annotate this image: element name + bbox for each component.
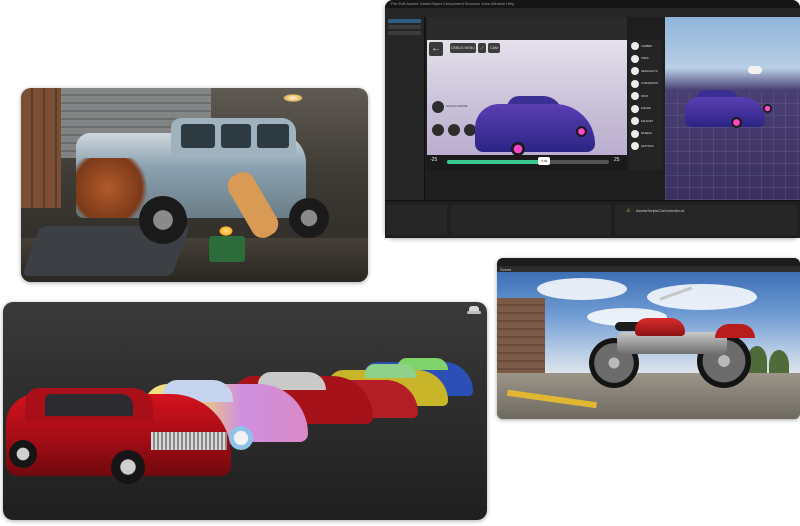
lowrider-rear-tire [9,440,37,468]
back-arrow-icon[interactable]: ← [429,42,443,56]
menu-item-headlights[interactable]: HEADLIGHTS [629,65,663,77]
slider-fill [447,160,545,164]
menu-item-paint[interactable]: PAINT [629,90,663,102]
car-rim [511,142,525,156]
camera-button[interactable]: CAM [488,43,500,53]
scene-camera-gizmo[interactable] [748,66,762,74]
wheel-icon [631,129,639,138]
suspension-icon [631,79,639,88]
lowrider-front-tire [111,450,145,484]
hat-icon [467,306,481,318]
project-column[interactable] [451,205,611,235]
game-view-header [427,17,627,40]
car-roof [365,364,417,378]
camber-slider[interactable] [447,160,609,164]
minus-icon[interactable] [432,124,444,136]
hierarchy-panel[interactable] [385,17,425,200]
brick-wall [21,88,61,208]
tab-scene[interactable]: Scene [500,267,511,273]
camber-icon [631,42,639,50]
slider-min-label: -25 [430,157,438,163]
lowrider-window [45,394,133,416]
bike-front-fender [715,324,755,338]
editor-bar[interactable] [497,258,800,266]
cloud [537,278,627,300]
menu-item-exhaust[interactable]: EXHAUST [629,115,663,127]
editor-subbar[interactable]: Scene [497,266,800,272]
exhaust-icon [631,117,639,125]
lowrider-cars-screenshot [3,302,487,520]
bike-tank [635,318,685,336]
menu-item-camber[interactable]: CAMBER [629,40,663,52]
battery-lantern [209,226,245,262]
motorcycle-screenshot: Scene [497,258,800,419]
scale-gauge-label: SCALE GAUGE [446,104,468,108]
lowrider-grille [151,432,227,450]
car-rim [763,104,772,113]
bottom-panels [385,200,800,238]
inspector-column[interactable] [387,205,447,235]
slider-thumb[interactable]: 5.00 [538,157,551,165]
garage-screenshot [21,88,368,282]
console-warning[interactable]: Assets/Scripts/CarController.cs [636,209,684,213]
slider-max-label: 25 [614,157,620,163]
menu-item-settings[interactable]: SETTINGS [629,140,663,152]
tuning-menu: CAMBER TIRES HEADLIGHTS SUSPENSION PAINT… [629,40,663,170]
scale-gauge-icon[interactable] [432,101,444,113]
suv-front-wheel [139,196,187,244]
tire-icon [631,54,639,63]
debug-menu-button[interactable]: DEBUG MENU [450,43,476,53]
minus-icon[interactable] [448,124,460,136]
brick-building [497,298,545,378]
toolbar[interactable] [385,8,800,17]
menu-item-suspension[interactable]: SUSPENSION [629,78,663,90]
ceiling-lamp [283,94,303,102]
scene-purple-car [685,97,765,127]
engine-icon [631,104,639,113]
menu-item-engine[interactable]: ENGINE [629,103,663,115]
suv-window [257,124,289,148]
menu-item-tires[interactable]: TIRES [629,53,663,65]
hierarchy-row[interactable] [388,25,421,29]
car-rim [576,126,587,137]
warning-icon: ⚠ [626,208,631,214]
menu-bar[interactable]: File Edit Assets GameObject Component Se… [385,0,800,8]
hierarchy-row[interactable] [388,19,421,23]
car-rim [731,117,742,128]
headlight-icon [631,67,639,75]
menu-item-wheels[interactable]: WHEELS [629,128,663,140]
suv-window [181,124,215,148]
suv-window [221,124,251,148]
pastel-car-tire [229,426,253,450]
paint-icon [631,92,639,100]
settings-icon [631,142,639,150]
hierarchy-row[interactable] [388,31,421,35]
fullscreen-icon[interactable]: ⤢ [478,43,486,53]
suv-rear-wheel [289,198,329,238]
